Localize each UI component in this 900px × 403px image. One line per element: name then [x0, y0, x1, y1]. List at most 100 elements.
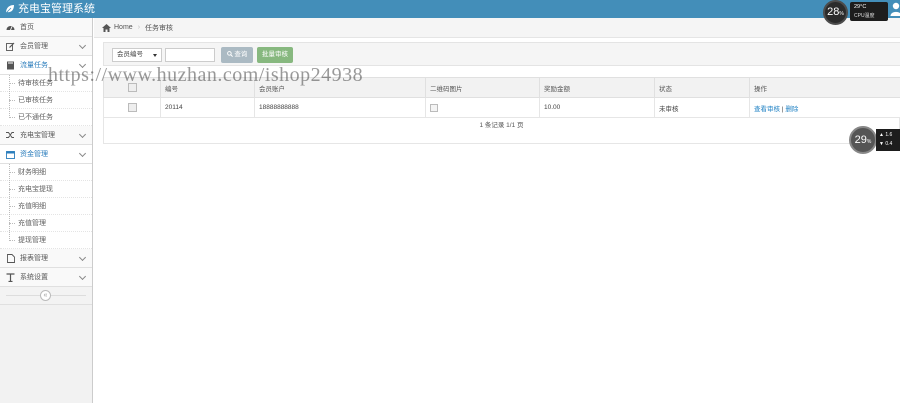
breadcrumb-separator: › — [137, 24, 141, 31]
select-value: 会员编号 — [117, 51, 143, 58]
row-checkbox[interactable] — [127, 103, 137, 112]
chevron-down-icon — [78, 149, 87, 158]
memory-usage-gauge: 29% — [849, 126, 877, 154]
search-icon — [226, 50, 233, 57]
sidebar-item-label: 流量任务 — [20, 62, 48, 69]
caret-down-icon — [153, 54, 157, 57]
network-speed-panel: ▲ 1.6 ▼ 0.4 — [876, 129, 900, 151]
review-link[interactable]: 查看审核 — [754, 106, 780, 113]
search-bar: 会员编号 查询 批量审核 — [103, 42, 900, 66]
sidebar-item-settings[interactable]: 系统设置 — [0, 268, 92, 287]
cpu-usage-unit: % — [839, 11, 844, 17]
download-speed-number: 0.4 — [885, 141, 893, 147]
double-angle-left-icon[interactable]: « — [40, 290, 51, 301]
sidebar-item-reports[interactable]: 报表管理 — [0, 249, 92, 268]
cell-id: 20114 — [160, 97, 255, 118]
column-header-qrcode[interactable]: 二维码图片 — [425, 77, 540, 98]
batch-audit-button[interactable]: 批量审核 — [257, 47, 293, 63]
memory-usage-unit: % — [866, 139, 872, 145]
upload-speed-value: ▲ 1.6 — [879, 132, 893, 138]
leaf-icon — [5, 5, 14, 14]
sidebar-item-tasks[interactable]: 流量任务 — [0, 56, 92, 75]
tachometer-icon — [6, 23, 15, 32]
search-input[interactable] — [165, 48, 215, 62]
submenu-item-withdraw-manage[interactable]: 提现管理 — [0, 232, 92, 249]
cell-actions: 查看审核 | 删除 — [749, 97, 900, 118]
upload-speed-number: 1.6 — [885, 132, 893, 138]
submenu-item-reviewed-tasks[interactable]: 已审核任务 — [0, 92, 92, 109]
app-title: 充电宝管理系统 — [18, 3, 95, 15]
delete-link[interactable]: 删除 — [785, 106, 798, 113]
chevron-down-icon — [78, 272, 87, 281]
column-header-id[interactable]: 编号 — [160, 77, 255, 98]
user-avatar-icon[interactable] — [890, 2, 900, 16]
chevron-down-icon — [78, 253, 87, 262]
submenu-item-label: 已不通任务 — [18, 114, 53, 121]
column-header-amount[interactable]: 奖励金额 — [539, 77, 655, 98]
sidebar-item-label: 充电宝管理 — [20, 132, 55, 139]
search-button-label: 查询 — [234, 51, 248, 58]
search-button[interactable]: 查询 — [221, 47, 253, 63]
edit-icon — [6, 42, 15, 51]
submenu-item-label: 财务明细 — [18, 169, 46, 176]
sidebar-collapse-bar: « — [0, 287, 92, 305]
cpu-usage-value: 28 — [827, 6, 840, 18]
shuffle-icon — [6, 131, 15, 140]
select-all-checkbox[interactable] — [127, 83, 137, 92]
network-monitor-widget[interactable]: 29% ▲ 1.6 ▼ 0.4 — [849, 125, 900, 155]
cpu-temp-panel: 29°C CPU温度 — [850, 2, 888, 21]
column-header-status[interactable]: 状态 — [654, 77, 750, 98]
submenu-item-powerbank-withdraw[interactable]: 充电宝提现 — [0, 181, 92, 198]
cpu-temp-label: CPU温度 — [854, 13, 875, 19]
submenu-item-label: 充值管理 — [18, 220, 46, 227]
sidebar: 首页 会员管理 流量任务 待审核任务 已审核任务 已不通任务 充电宝管理 资金管… — [0, 18, 93, 403]
sidebar-item-label: 系统设置 — [20, 274, 48, 281]
tasks-submenu: 待审核任务 已审核任务 已不通任务 — [0, 75, 92, 126]
submenu-item-rejected-tasks[interactable]: 已不通任务 — [0, 109, 92, 126]
breadcrumb: Home › 任务审核 — [94, 18, 900, 38]
sidebar-item-label: 首页 — [20, 24, 34, 31]
submenu-item-recharge-manage[interactable]: 充值管理 — [0, 215, 92, 232]
cell-status: 未审核 — [654, 97, 750, 118]
sidebar-item-label: 资金管理 — [20, 151, 48, 158]
file-icon — [6, 253, 15, 263]
table-header-row: 编号 会员账户 二维码图片 奖励金额 状态 操作 — [103, 77, 900, 98]
table-row: 20114 18888888888 10.00 未审核 查看审核 | 删除 — [103, 97, 900, 118]
column-header-account[interactable]: 会员账户 — [254, 77, 426, 98]
system-monitor-widget[interactable]: 28% 29°C CPU温度 — [823, 0, 900, 25]
sidebar-item-members[interactable]: 会员管理 — [0, 37, 92, 56]
app-brand[interactable]: 充电宝管理系统 — [5, 2, 95, 16]
memory-usage-value: 29 — [854, 134, 867, 146]
cell-amount: 10.00 — [539, 97, 655, 118]
breadcrumb-current: 任务审核 — [145, 24, 174, 32]
sidebar-item-home[interactable]: 首页 — [0, 18, 92, 37]
pagination: 1 条记录 1/1 页 — [103, 118, 900, 144]
sidebar-item-funds[interactable]: 资金管理 — [0, 145, 92, 164]
download-speed-value: ▼ 0.4 — [879, 141, 893, 147]
broken-image-icon[interactable] — [430, 103, 438, 112]
cpu-temp-value: 29°C — [854, 4, 867, 10]
submenu-item-pending-tasks[interactable]: 待审核任务 — [0, 75, 92, 92]
top-navbar: 充电宝管理系统 — [0, 0, 900, 18]
task-table: 编号 会员账户 二维码图片 奖励金额 状态 操作 20114 188888888… — [103, 77, 900, 118]
book-icon — [6, 61, 15, 70]
sidebar-item-label: 会员管理 — [20, 43, 48, 50]
submenu-item-label: 待审核任务 — [18, 80, 53, 87]
chevron-down-icon — [78, 41, 87, 50]
funds-submenu: 财务明细 充电宝提现 充值明细 充值管理 提现管理 — [0, 164, 92, 249]
search-field-select[interactable]: 会员编号 — [112, 48, 162, 62]
cell-account: 18888888888 — [254, 97, 426, 118]
home-icon — [102, 23, 111, 32]
row-select-cell[interactable] — [103, 97, 161, 118]
text-icon — [6, 272, 15, 282]
calendar-icon — [6, 150, 15, 159]
sidebar-item-powerbank[interactable]: 充电宝管理 — [0, 126, 92, 145]
submenu-item-label: 提现管理 — [18, 237, 46, 244]
chevron-down-icon — [78, 60, 87, 69]
breadcrumb-home[interactable]: Home — [114, 24, 133, 31]
column-header-actions[interactable]: 操作 — [749, 77, 900, 98]
submenu-item-recharge-detail[interactable]: 充值明细 — [0, 198, 92, 215]
select-all-cell[interactable] — [103, 77, 161, 98]
cell-qrcode — [425, 97, 540, 118]
submenu-item-finance-detail[interactable]: 财务明细 — [0, 164, 92, 181]
